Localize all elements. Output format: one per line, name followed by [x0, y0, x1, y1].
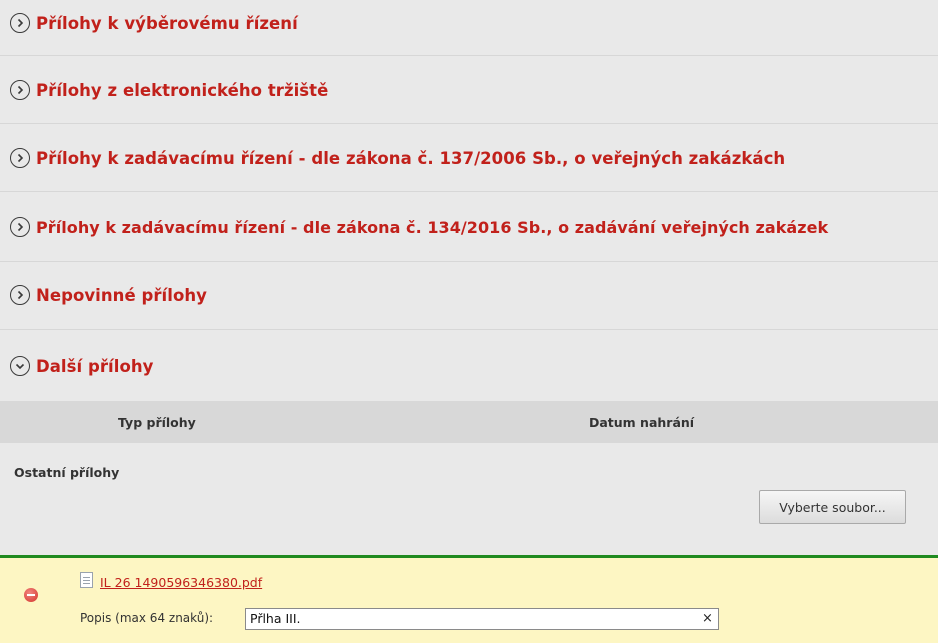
document-icon [80, 572, 93, 588]
section-prilohy-zakon-137: Přílohy k zadávacímu řízení - dle zákona… [0, 124, 938, 192]
section-toggle[interactable]: Přílohy z elektronického tržiště [10, 80, 328, 100]
section-toggle[interactable]: Nepovinné přílohy [10, 285, 207, 305]
attachments-table-header: Typ přílohy Datum nahrání [0, 401, 938, 443]
section-toggle[interactable]: Další přílohy [10, 356, 153, 376]
section-dalsi-prilohy: Další přílohy [0, 330, 938, 401]
description-label: Popis (max 64 znaků): [80, 611, 214, 625]
chevron-right-icon [10, 148, 30, 168]
section-title: Přílohy k výběrovému řízení [36, 13, 298, 33]
other-attachments-row: Ostatní přílohy Vyberte soubor... [0, 443, 938, 555]
section-prilohy-vyberove-rizeni: Přílohy k výběrovému řízení [0, 0, 938, 56]
section-toggle[interactable]: Přílohy k výběrovému řízení [10, 13, 298, 33]
description-input[interactable]: Přlha III. [245, 608, 719, 630]
chevron-right-icon [10, 285, 30, 305]
section-title: Nepovinné přílohy [36, 285, 207, 305]
section-nepovinne-prilohy: Nepovinné přílohy [0, 262, 938, 330]
section-title: Přílohy z elektronického tržiště [36, 80, 329, 100]
chevron-right-icon [10, 13, 30, 33]
other-attachments-label: Ostatní přílohy [14, 465, 120, 480]
section-title: Další přílohy [36, 356, 154, 376]
clear-icon[interactable]: × [702, 611, 713, 626]
chevron-right-icon [10, 217, 30, 237]
remove-icon[interactable] [24, 588, 38, 602]
section-title: Přílohy k zadávacímu řízení - dle zákona… [36, 217, 829, 237]
select-file-button[interactable]: Vyberte soubor... [759, 490, 906, 524]
file-link[interactable]: IL 26 1490596346380.pdf [100, 575, 262, 590]
section-toggle[interactable]: Přílohy k zadávacímu řízení - dle zákona… [10, 217, 828, 237]
column-header-date: Datum nahrání [589, 415, 695, 430]
section-title: Přílohy k zadávacímu řízení - dle zákona… [36, 148, 786, 168]
uploaded-file-row: IL 26 1490596346380.pdf Popis (max 64 zn… [0, 558, 938, 643]
column-header-type: Typ přílohy [118, 415, 196, 430]
section-prilohy-zakon-134: Přílohy k zadávacímu řízení - dle zákona… [0, 192, 938, 262]
chevron-down-icon [10, 356, 30, 376]
section-prilohy-elektronicke-trziste: Přílohy z elektronického tržiště [0, 56, 938, 124]
section-toggle[interactable]: Přílohy k zadávacímu řízení - dle zákona… [10, 148, 785, 168]
chevron-right-icon [10, 80, 30, 100]
